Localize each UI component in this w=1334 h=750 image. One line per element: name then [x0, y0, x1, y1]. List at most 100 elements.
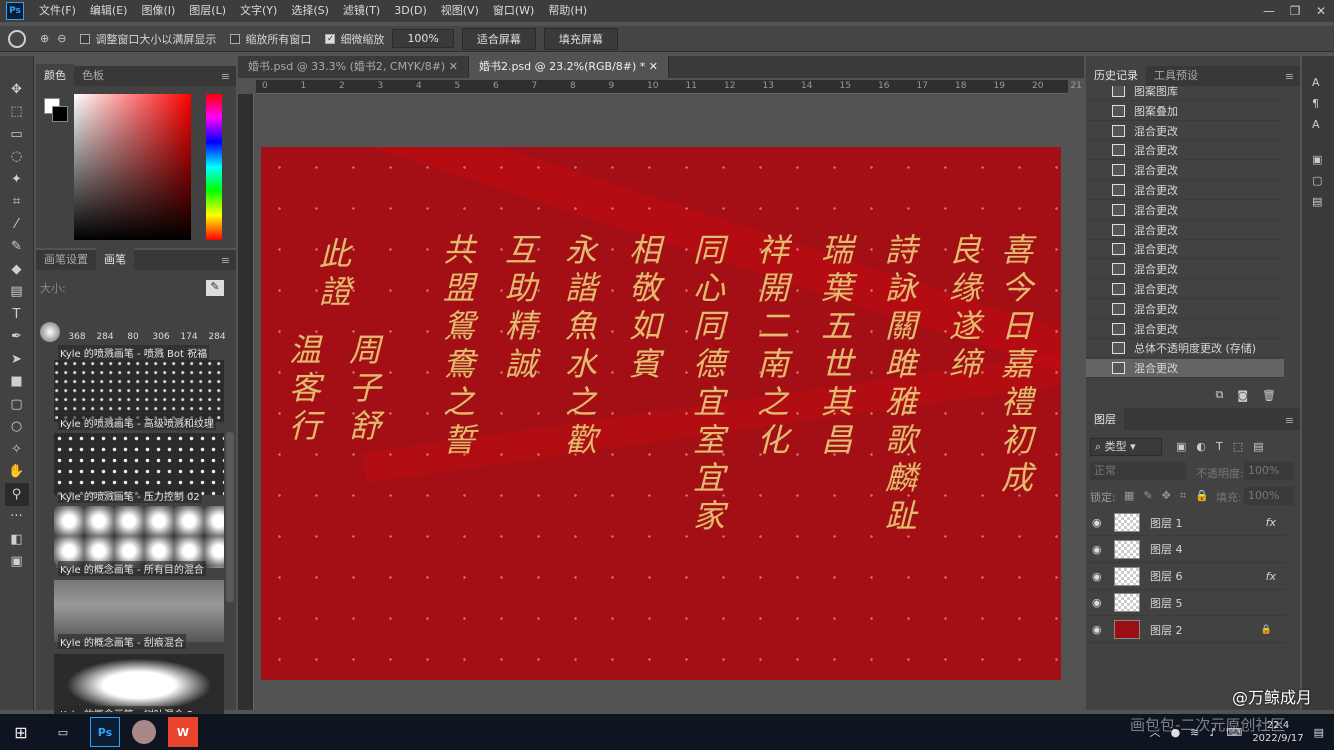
history-state[interactable]: 混合更改: [1086, 260, 1284, 280]
lasso-tool-icon[interactable]: ◌: [5, 146, 29, 169]
panel-menu-icon[interactable]: ≡: [215, 252, 236, 270]
brush-item[interactable]: [54, 360, 224, 422]
tab-brushes[interactable]: 画笔: [96, 248, 134, 270]
history-state[interactable]: 混合更改: [1086, 300, 1284, 319]
tab-document-2[interactable]: 婚书2.psd @ 23.2%(RGB/8#) * ✕: [468, 56, 670, 78]
history-state[interactable]: 混合更改: [1086, 201, 1284, 220]
lock-pixels-icon[interactable]: ✎: [1143, 489, 1152, 503]
app-avatar-icon[interactable]: [132, 720, 156, 744]
history-state[interactable]: 图案图库: [1086, 86, 1284, 101]
image-filter-icon[interactable]: ▣: [1176, 440, 1186, 453]
history-state[interactable]: 混合更改: [1086, 161, 1284, 181]
visibility-eye-icon[interactable]: ◉: [1092, 596, 1106, 609]
brush-size-value[interactable]: 174: [178, 332, 200, 342]
custom-shape-icon[interactable]: ✧: [5, 438, 29, 461]
visibility-eye-icon[interactable]: ◉: [1092, 623, 1106, 636]
menu-window[interactable]: 窗口(W): [486, 0, 541, 22]
soft-brush-preset[interactable]: [40, 322, 60, 342]
notification-icon[interactable]: ▤: [1314, 726, 1324, 739]
close-icon[interactable]: ✕: [449, 60, 458, 73]
smart-object-filter-icon[interactable]: ▤: [1253, 440, 1263, 453]
lock-transparent-icon[interactable]: ▦: [1124, 489, 1134, 503]
tab-color[interactable]: 颜色: [36, 64, 74, 86]
crop-tool-icon[interactable]: ⌗: [5, 191, 29, 214]
resize-window-checkbox[interactable]: [80, 33, 91, 44]
menu-type[interactable]: 文字(Y): [233, 0, 284, 22]
minimize-icon[interactable]: —: [1256, 0, 1282, 22]
lock-artboard-icon[interactable]: ⌗: [1180, 489, 1186, 503]
menu-file[interactable]: 文件(F): [32, 0, 83, 22]
task-view-icon[interactable]: ▭: [48, 717, 78, 747]
new-document-from-state-icon[interactable]: ⧉: [1215, 388, 1223, 402]
zoom-out-icon[interactable]: ⊖: [57, 32, 66, 45]
brush-size-value[interactable]: 284: [206, 332, 228, 342]
brush-item[interactable]: [54, 506, 224, 568]
tab-swatches[interactable]: 色板: [74, 64, 112, 86]
hand-tool-icon[interactable]: ✋: [5, 461, 29, 484]
history-state[interactable]: 图案叠加: [1086, 102, 1284, 121]
windows-start-icon[interactable]: ⊞: [6, 717, 36, 747]
layer-name[interactable]: 图层 2: [1150, 622, 1251, 638]
trash-icon[interactable]: 🗑: [1262, 389, 1276, 402]
rectangle-tool-icon[interactable]: ■: [5, 371, 29, 394]
layer-row[interactable]: ◉ 图层 1 fx: [1086, 510, 1286, 536]
scrubby-zoom-checkbox[interactable]: ✓: [325, 33, 336, 44]
fit-screen-button[interactable]: 适合屏幕: [461, 27, 536, 50]
tab-document-1[interactable]: 婚书.psd @ 33.3% (婚书2, CMYK/8#) ✕: [238, 56, 469, 78]
type-tool-icon[interactable]: T: [5, 303, 29, 326]
snapshot-camera-icon[interactable]: ◙: [1237, 389, 1248, 402]
layer-row[interactable]: ◉ 图层 4: [1086, 537, 1286, 563]
zoom-tool-icon[interactable]: ⚲: [4, 483, 29, 506]
brush-tool-icon[interactable]: ✎: [5, 236, 29, 259]
close-icon[interactable]: ✕: [649, 60, 658, 73]
history-state[interactable]: 混合更改: [1086, 320, 1284, 339]
layer-name[interactable]: 图层 4: [1150, 541, 1276, 557]
history-state[interactable]: 混合更改: [1086, 221, 1284, 240]
tab-brush-settings[interactable]: 画笔设置: [36, 248, 96, 270]
opacity-input[interactable]: 100%: [1244, 462, 1294, 480]
screen-mode-icon[interactable]: ▣: [5, 551, 29, 574]
close-icon[interactable]: ✕: [1308, 0, 1334, 22]
menu-filter[interactable]: 滤镜(T): [336, 0, 387, 22]
fill-input[interactable]: 100%: [1244, 487, 1294, 505]
layer-name[interactable]: 图层 5: [1150, 595, 1276, 611]
wps-office-icon[interactable]: W: [168, 717, 198, 747]
type-filter-icon[interactable]: T: [1216, 440, 1223, 453]
more-tools-icon[interactable]: ···: [5, 506, 29, 529]
menu-image[interactable]: 图像(I): [134, 0, 182, 22]
tab-history[interactable]: 历史记录: [1086, 64, 1146, 86]
zoom-tool-icon[interactable]: [8, 29, 26, 48]
marquee-tool-icon[interactable]: ▭: [5, 123, 29, 146]
menu-layer[interactable]: 图层(L): [182, 0, 233, 22]
history-state[interactable]: 总体不透明度更改 (存储): [1086, 339, 1284, 359]
brush-size-value[interactable]: 368: [66, 332, 88, 342]
tab-layers[interactable]: 图层: [1086, 408, 1124, 430]
history-state[interactable]: 混合更改: [1086, 181, 1284, 200]
artboard-tool-icon[interactable]: ⬚: [5, 101, 29, 124]
history-state[interactable]: 混合更改: [1086, 240, 1284, 260]
zoom-in-icon[interactable]: ⊕: [40, 32, 49, 45]
eraser-icon[interactable]: ◆: [5, 258, 29, 281]
scrubby-zoom-option[interactable]: ✓ 细微缩放: [325, 31, 384, 47]
fill-screen-button[interactable]: 填充屏幕: [543, 27, 618, 50]
path-select-icon[interactable]: ➤: [5, 348, 29, 371]
ellipse-tool-icon[interactable]: ○: [5, 416, 29, 439]
libraries-panel-icon[interactable]: ▣: [1312, 153, 1334, 166]
menu-edit[interactable]: 编辑(E): [83, 0, 135, 22]
brush-item[interactable]: [54, 433, 224, 495]
pen-tool-icon[interactable]: ✒: [5, 326, 29, 349]
canvas[interactable]: 喜今日嘉禮初成 良缘遂缔 詩詠關雎雅歌麟趾 瑞葉五世其昌 祥開二南之化 同心同德…: [261, 147, 1061, 680]
history-state[interactable]: 混合更改: [1086, 359, 1284, 379]
adjustment-filter-icon[interactable]: ◐: [1196, 440, 1206, 453]
eyedropper-icon[interactable]: ⁄: [5, 213, 29, 236]
zoom-value-button[interactable]: 100%: [392, 29, 454, 48]
new-brush-icon[interactable]: ✎: [206, 280, 224, 296]
hue-slider[interactable]: [206, 94, 222, 240]
history-state[interactable]: 混合更改: [1086, 122, 1284, 141]
brushes-scrollbar[interactable]: [226, 432, 234, 602]
layer-filter-select[interactable]: ⌕ 类型 ▾: [1090, 438, 1162, 456]
character-panel-icon[interactable]: A: [1312, 76, 1334, 89]
rounded-rect-icon[interactable]: ▢: [5, 393, 29, 416]
brush-size-value[interactable]: 306: [150, 332, 172, 342]
brush-item[interactable]: [54, 580, 224, 642]
